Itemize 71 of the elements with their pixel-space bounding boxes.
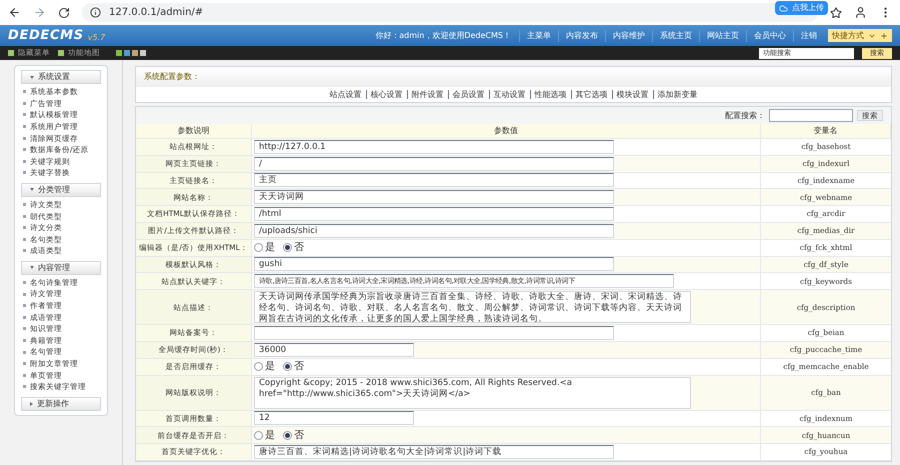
radio-button[interactable] [283,362,292,372]
nav-link[interactable]: 主菜单 [519,30,558,42]
triangle-icon [30,76,34,78]
shortcut-button[interactable]: 快捷方式 [828,29,892,42]
radio-button[interactable] [254,362,263,372]
input-field[interactable]: http://127.0.0.1 [254,140,614,154]
input-field[interactable]: 天天诗词网 [254,190,614,204]
skin-swatch[interactable] [140,50,146,56]
nav-link[interactable]: 注销 [793,30,824,42]
triangle-icon [30,266,34,270]
settings-tab[interactable]: 性能选项 [530,90,570,99]
input-field[interactable]: /html [254,207,614,222]
splitter-bar[interactable] [122,60,135,465]
input-field[interactable]: gushi [254,257,614,272]
nav-link[interactable]: 网站主页 [699,30,746,42]
nav-link[interactable]: 内容维护 [605,30,652,42]
skin-swatch[interactable] [132,50,138,56]
radio-button[interactable] [283,430,292,440]
cloud-icon [779,4,788,12]
settings-tab[interactable]: 站点设置 [326,90,366,99]
settings-tab[interactable]: 模块设置 [612,90,652,99]
menu-group-header[interactable]: 系统设置 [21,70,101,84]
profile-icon[interactable] [854,6,867,19]
input-field[interactable] [254,326,614,340]
radio-label: 否 [294,360,304,374]
input-field[interactable]: / [254,156,614,171]
settings-tab[interactable]: 会员设置 [448,90,488,99]
input-field[interactable]: 36000 [254,342,414,357]
triangle-icon [30,402,33,406]
input-field[interactable]: /uploads/shici [254,224,614,238]
nav-link[interactable]: 会员中心 [746,30,793,42]
input-field[interactable]: 12 [254,411,414,426]
settings-tab[interactable]: 互动设置 [488,90,530,99]
settings-tab[interactable]: 其它选项 [570,90,612,99]
menu-group-header[interactable]: 内容管理 [21,260,101,275]
nav-link[interactable]: 内容发布 [558,30,605,42]
radio-label: 是 [265,428,275,443]
logo: DEDECMS [8,26,84,45]
greeting-text: 你好：admin，欢迎使用DedeCMS！ [375,30,511,42]
forward-icon[interactable] [33,6,46,19]
search-label: 配置搜索： [725,110,765,122]
radio-button[interactable] [254,430,263,440]
radio-button[interactable] [254,243,263,252]
plus-icon [880,32,888,40]
radio-label: 否 [294,241,304,256]
reload-icon[interactable] [58,6,70,18]
settings-tab[interactable]: 附件设置 [406,90,448,99]
back-icon[interactable] [8,6,21,19]
column-header: 参数值 [252,124,761,138]
column-header: 变量名 [761,124,891,138]
config-search-field[interactable] [769,109,853,122]
triangle-icon [30,188,34,192]
url-text: 127.0.0.1/admin/# [109,6,204,20]
skin-swatch[interactable] [124,50,130,56]
nav-link[interactable]: 系统主页 [652,30,699,42]
menu-group-header[interactable]: 更新操作 [21,396,101,411]
radio-label: 是 [265,241,275,256]
radio-button[interactable] [283,243,292,252]
input-field[interactable]: 主页 [254,173,614,188]
skin-swatch[interactable] [116,50,122,56]
info-icon [90,7,101,18]
textarea-field[interactable]: Copyright &copy; 2015 - 2018 www.shici365.com, All Rights Reserved.<a href="http://www.shici365.com">天天诗词网</a> [254,376,691,409]
radio-label: 是 [265,360,275,374]
radio-label: 否 [294,428,304,443]
menu-group-header[interactable]: 分类管理 [21,182,101,197]
settings-tab[interactable]: 添加新变量 [652,90,702,99]
settings-tab[interactable]: 核心设置 [366,90,406,99]
input-field[interactable]: 唐诗三百首、宋词精选|诗词诗歌名句大全|诗词常识|诗词下载 [254,445,614,460]
star-icon[interactable] [830,6,842,18]
version-label: v5.7 [88,32,106,44]
column-header: 参数说明 [136,124,252,138]
